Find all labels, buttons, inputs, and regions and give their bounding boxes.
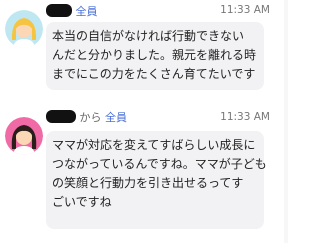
recipient-label[interactable]: 全員 — [76, 5, 98, 18]
sender-name-redacted — [46, 110, 76, 123]
message-text-line: つながっているんですね。ママが子ども — [52, 157, 267, 171]
message-text-line: の笑顔と行動力を引き出せるってす — [52, 176, 244, 190]
sender-avatar-1-icon[interactable] — [5, 10, 43, 48]
sender-name-redacted — [46, 4, 72, 17]
from-word: から — [79, 111, 102, 124]
message-1-bubble: 本当の自信がなければ行動できない んだと分かりました。親元を離れる時 までにこの… — [46, 22, 264, 90]
message-text-line: 本当の自信がなければ行動できない — [52, 29, 245, 43]
message-2-bubble: ママが対応を変えてすばらしい成長に つながっているんですね。ママが子ども の笑顔… — [46, 131, 267, 229]
recipient-label[interactable]: 全員 — [105, 111, 127, 124]
message-2-time: 11:33 AM — [220, 111, 270, 123]
sender-avatar-2-icon[interactable] — [5, 117, 43, 155]
message-text-line: んだと分かりました。親元を離れる時 — [52, 48, 257, 62]
scrollbar-thumb[interactable] — [284, 0, 288, 243]
chat-scrollbar[interactable] — [282, 0, 288, 243]
message-text-line: ごいですね — [52, 195, 112, 209]
message-2-header: から 全員 — [46, 109, 127, 125]
message-1-time: 11:33 AM — [220, 4, 270, 16]
message-text-line: までにこの力をたくさん育てたいです — [52, 67, 256, 81]
message-text-line: ママが対応を変えてすばらしい成長に — [52, 138, 256, 152]
message-1-header: 全員 — [46, 3, 98, 19]
